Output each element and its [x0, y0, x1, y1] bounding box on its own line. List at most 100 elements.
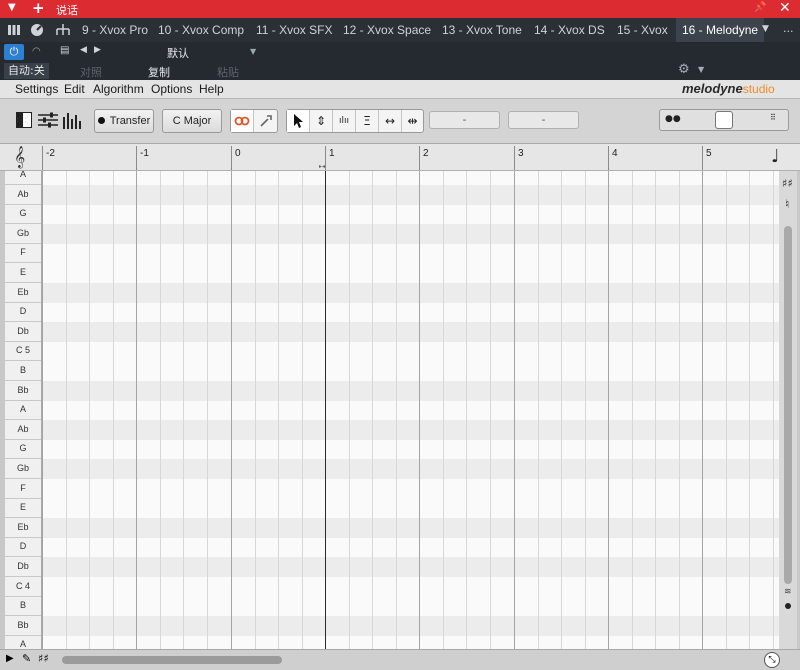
paste-button[interactable]: 粘贴: [217, 64, 239, 80]
prev-preset-icon[interactable]: ◀: [80, 45, 87, 55]
sharp-flat-bottom-icon[interactable]: ♯♯: [38, 652, 49, 665]
zoom-out-icon[interactable]: ●●: [665, 114, 681, 124]
zoom-handle[interactable]: [715, 111, 733, 129]
pitch-key[interactable]: B: [5, 596, 41, 617]
pitch-key[interactable]: Db: [5, 557, 41, 577]
rack-icon[interactable]: [7, 23, 21, 37]
ruler-label: -1: [140, 148, 149, 159]
note-bars-icon[interactable]: [62, 111, 82, 133]
pitch-key[interactable]: F: [5, 243, 41, 264]
pitch-key[interactable]: D: [5, 537, 41, 558]
vertical-scrollbar-thumb[interactable]: [784, 226, 792, 584]
pitch-key[interactable]: Eb: [5, 518, 41, 538]
tab-list-chevron-icon[interactable]: ▼: [762, 24, 769, 34]
power-icon[interactable]: ⏻: [4, 44, 24, 60]
loop-marker-icon[interactable]: ▸◂: [319, 163, 325, 170]
tab-xvox-tone[interactable]: 13 - Xvox Tone: [442, 18, 522, 42]
pitch-ruler[interactable]: A Ab G Gb F E Eb D Db C 5 B Bb A Ab G Gb F E Eb D Db C 4 B Bb A: [5, 171, 42, 649]
pitch-key[interactable]: C 4: [5, 577, 41, 597]
pitch-key[interactable]: G: [5, 439, 41, 460]
menu-options[interactable]: Options: [151, 82, 192, 96]
dial-icon[interactable]: [30, 23, 44, 37]
tab-xvox-ds[interactable]: 14 - Xvox DS: [534, 18, 605, 42]
tab-melodyne[interactable]: 16 - Melodyne: [676, 18, 765, 42]
pitch-key[interactable]: F: [5, 479, 41, 499]
pitch-key[interactable]: D: [5, 302, 41, 323]
compare-button[interactable]: 对照: [80, 64, 102, 80]
pitch-key[interactable]: A: [5, 635, 41, 649]
beat-line: [773, 171, 774, 649]
automation-toggle[interactable]: 自动:关: [4, 63, 49, 79]
play-start-icon[interactable]: ▶: [6, 653, 14, 664]
zoom-slider[interactable]: ●● ⠿: [659, 109, 789, 131]
add-icon[interactable]: +: [32, 0, 45, 17]
timing-tool-icon[interactable]: ↔: [379, 110, 402, 132]
vertical-zoom-knob[interactable]: [785, 603, 791, 609]
zoom-in-icon[interactable]: ⠿: [770, 113, 776, 122]
beat-line: [183, 171, 184, 649]
tool-icon[interactable]: ✎: [22, 652, 31, 665]
menu-edit[interactable]: Edit: [64, 82, 85, 96]
gear-icon[interactable]: ⚙: [678, 62, 690, 77]
tab-xvox-space[interactable]: 12 - Xvox Space: [343, 18, 431, 42]
preset-name[interactable]: 默认: [167, 45, 189, 61]
menu-settings[interactable]: Settings: [15, 82, 58, 96]
wrench-icon[interactable]: [254, 110, 277, 132]
panel-toggle-icon[interactable]: [16, 112, 32, 132]
pitch-key[interactable]: A: [5, 171, 41, 185]
pitch-key[interactable]: Gb: [5, 224, 41, 244]
time-ruler[interactable]: -2 -1 0 1 2 3 4 5 ▸◂ ♩: [0, 144, 800, 171]
copy-button[interactable]: 复制: [148, 64, 170, 80]
note-link-icon[interactable]: [231, 110, 254, 132]
pitch-key[interactable]: Bb: [5, 616, 41, 636]
tab-xvox-sfx[interactable]: 11 - Xvox SFX: [256, 18, 332, 42]
pitch-key[interactable]: Db: [5, 322, 41, 342]
gear-dropdown-icon[interactable]: ▼: [698, 65, 704, 74]
pitch-key[interactable]: B: [5, 361, 41, 381]
note-value-icon[interactable]: ♩: [771, 146, 780, 167]
zoom-fit-icon[interactable]: ⤡: [764, 652, 780, 668]
menu-arrow-icon[interactable]: ▼: [8, 2, 16, 13]
preset-dropdown-icon[interactable]: ▼: [250, 47, 256, 56]
pitch-key[interactable]: Ab: [5, 185, 41, 205]
scale-button[interactable]: C Major: [162, 109, 222, 133]
tab-xvox[interactable]: 15 - Xvox: [617, 18, 668, 42]
pitch-key[interactable]: E: [5, 263, 41, 283]
pitch-key[interactable]: Ab: [5, 420, 41, 440]
bypass-arc-icon[interactable]: ◠: [32, 46, 41, 57]
tab-xvox-pro[interactable]: 9 - Xvox Pro: [82, 18, 148, 42]
more-tabs-button[interactable]: ...: [783, 22, 794, 35]
amplitude-tool-icon[interactable]: Ξ: [356, 110, 379, 132]
sharp-flat-icon[interactable]: ♯♯: [782, 177, 793, 190]
pitch-key[interactable]: C 5: [5, 341, 41, 362]
pitch-tool-icon[interactable]: ⇕: [310, 110, 333, 132]
pointer-tool-icon[interactable]: [287, 110, 310, 132]
transfer-button[interactable]: Transfer: [94, 109, 154, 133]
pitch-key[interactable]: A: [5, 400, 41, 421]
treble-clef-icon[interactable]: 𝄞: [14, 146, 25, 168]
natural-sign-icon[interactable]: ♮: [785, 197, 789, 211]
routing-icon[interactable]: [55, 23, 70, 37]
position-value-field[interactable]: -: [508, 111, 579, 129]
preset-file-icon[interactable]: ▤: [60, 45, 69, 56]
amplitude-view-icon[interactable]: ≋: [784, 587, 792, 597]
pitch-key[interactable]: G: [5, 204, 41, 225]
pitch-key[interactable]: E: [5, 498, 41, 519]
menu-help[interactable]: Help: [199, 82, 224, 96]
close-icon[interactable]: ✕: [779, 0, 791, 16]
separation-tool-icon[interactable]: ⇹: [402, 110, 423, 132]
horizontal-scrollbar-thumb[interactable]: [62, 656, 282, 664]
pin-icon[interactable]: 📌: [754, 2, 766, 13]
pitch-key[interactable]: Eb: [5, 283, 41, 303]
preset-bar: ⏻ ◠ ▤ ◀ ▶ 默认 ▼: [0, 42, 800, 62]
pitch-value-field[interactable]: -: [429, 111, 500, 129]
pitch-key[interactable]: Gb: [5, 459, 41, 479]
next-preset-icon[interactable]: ▶: [94, 45, 101, 55]
menu-algorithm[interactable]: Algorithm: [93, 82, 144, 96]
tab-xvox-comp[interactable]: 10 - Xvox Comp: [158, 18, 244, 42]
playhead-cursor[interactable]: [325, 171, 326, 649]
formant-tool-icon[interactable]: ılıı: [333, 110, 356, 132]
mixer-sliders-icon[interactable]: [38, 111, 58, 133]
note-editor-grid[interactable]: [42, 171, 779, 649]
pitch-key[interactable]: Bb: [5, 381, 41, 401]
